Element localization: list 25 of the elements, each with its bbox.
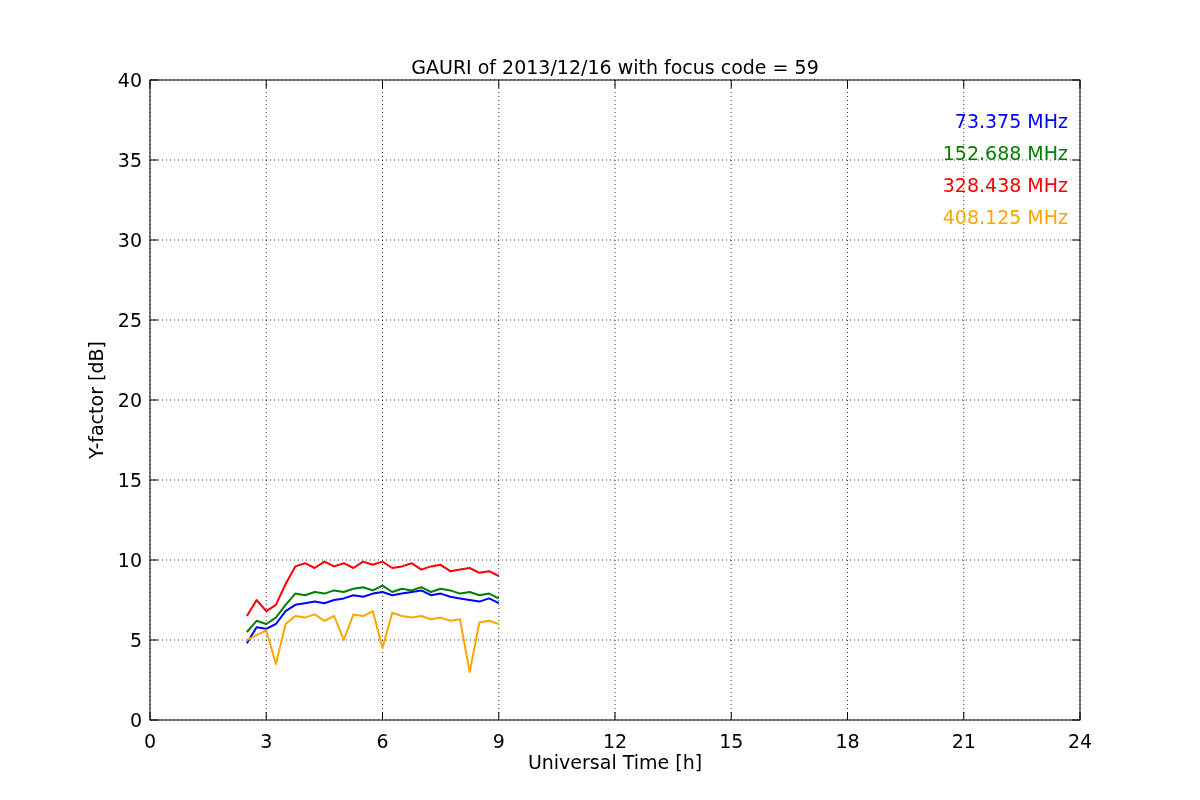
y-tick-label: 15 — [117, 469, 142, 491]
legend-label: 328.438 MHz — [942, 174, 1068, 196]
chart-title: GAURI of 2013/12/16 with focus code = 59 — [411, 56, 819, 78]
x-tick-label: 3 — [260, 730, 273, 752]
legend-label: 408.125 MHz — [942, 206, 1068, 228]
x-tick-label: 15 — [719, 730, 744, 752]
y-tick-label: 40 — [117, 69, 142, 91]
y-tick-label: 5 — [129, 629, 142, 651]
x-axis-label: Universal Time [h] — [527, 751, 703, 773]
y-tick-label: 30 — [117, 229, 142, 251]
y-tick-label: 0 — [129, 709, 142, 731]
x-tick-label: 6 — [376, 730, 389, 752]
y-axis-label: Y-factor [dB] — [85, 341, 107, 459]
x-tick-label: 21 — [951, 730, 976, 752]
y-tick-label: 35 — [117, 149, 142, 171]
x-tick-label: 24 — [1067, 730, 1093, 752]
y-tick-label: 20 — [117, 389, 142, 411]
x-tick-label: 12 — [602, 730, 628, 752]
x-tick-label: 0 — [143, 730, 157, 752]
y-tick-label: 25 — [117, 309, 142, 331]
legend-label: 73.375 MHz — [954, 110, 1068, 132]
x-tick-label: 18 — [835, 730, 860, 752]
x-tick-label: 9 — [492, 730, 505, 752]
y-tick-label: 10 — [117, 549, 142, 571]
legend-label: 152.688 MHz — [942, 142, 1068, 164]
